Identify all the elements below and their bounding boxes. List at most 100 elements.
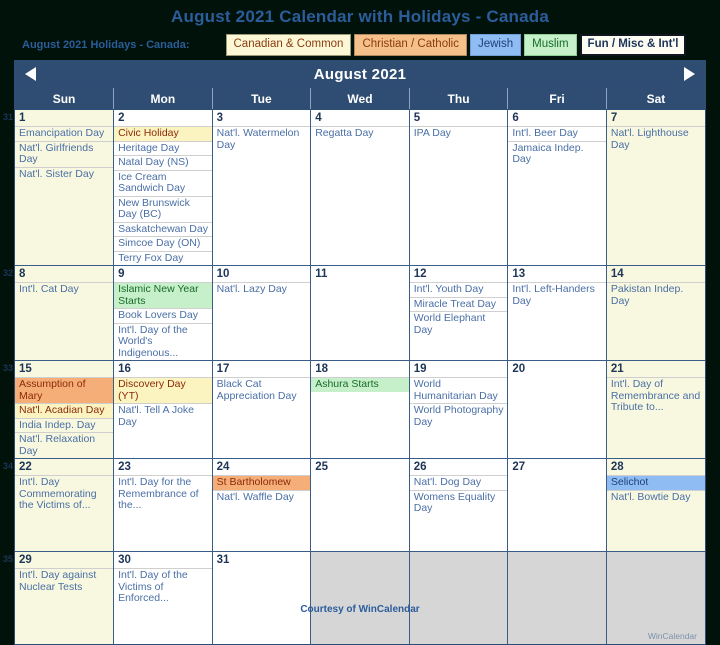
- calendar-day-cell[interactable]: 22 Int'l. Day Commemorating the Victims o…: [15, 458, 114, 552]
- holiday-event[interactable]: Jamaica Indep. Day: [508, 140, 606, 167]
- calendar-day-cell[interactable]: 30 Int'l. Day of the Victims of Enforced.…: [113, 551, 213, 644]
- holiday-event[interactable]: Int'l. Cat Day: [15, 282, 114, 297]
- calendar-day-cell[interactable]: 26 Nat'l. Dog Day Womens Equality Day: [408, 458, 508, 552]
- calendar-week-row: 22 Int'l. Day Commemorating the Victims o…: [15, 458, 705, 552]
- previous-month-icon[interactable]: [25, 67, 36, 81]
- holiday-event[interactable]: Nat'l. Waffle Day: [213, 489, 311, 505]
- calendar-day-cell[interactable]: 8 Int'l. Cat Day: [15, 265, 114, 361]
- next-month-icon[interactable]: [684, 67, 695, 81]
- calendar-day-cell[interactable]: 31: [211, 551, 311, 644]
- holiday-event[interactable]: Int'l. Day of the World's Indigenous...: [114, 322, 212, 361]
- calendar-cell-empty: [310, 551, 410, 644]
- calendar-day-cell[interactable]: 24 St Bartholomew Nat'l. Waffle Day: [211, 458, 311, 552]
- calendar-day-cell[interactable]: 14 Pakistan Indep. Day: [605, 265, 705, 361]
- calendar-day-cell[interactable]: 27: [507, 458, 607, 552]
- holiday-event[interactable]: Nat'l. Acadian Day: [15, 403, 114, 418]
- holiday-event[interactable]: Pakistan Indep. Day: [607, 282, 705, 308]
- holiday-event[interactable]: Nat'l. Dog Day: [410, 475, 508, 490]
- calendar-day-cell[interactable]: 16 Discovery Day (YT) Nat'l. Tell A Joke D…: [113, 360, 213, 459]
- holiday-event[interactable]: Islamic New Year Starts: [114, 282, 212, 308]
- calendar-day-cell[interactable]: 11: [310, 265, 410, 361]
- calendar-day-cell[interactable]: 17 Black Cat Appreciation Day: [211, 360, 311, 459]
- weekday-header-tue: Tue: [211, 88, 311, 110]
- holiday-event[interactable]: Book Lovers Day: [114, 308, 212, 323]
- calendar-day-cell[interactable]: 19 World Humanitarian Day World Photograph…: [408, 360, 508, 459]
- legend-tab-christian[interactable]: Christian / Catholic: [354, 34, 467, 56]
- calendar-day-cell[interactable]: 4 Regatta Day: [310, 109, 410, 266]
- day-number: 18: [315, 363, 328, 375]
- holiday-event[interactable]: Miracle Treat Day: [410, 296, 508, 312]
- week-number: 32: [2, 267, 13, 278]
- holiday-event[interactable]: Nat'l. Sister Day: [15, 166, 114, 182]
- event-list: Selichot Nat'l. Bowtie Day: [607, 475, 705, 504]
- holiday-event[interactable]: Ice Cream Sandwich Day: [114, 169, 212, 196]
- calendar-day-cell[interactable]: 29 Int'l. Day against Nuclear Tests: [15, 551, 114, 644]
- event-list: Int'l. Day of the Victims of Enforced...: [114, 568, 212, 606]
- holiday-event[interactable]: Int'l. Beer Day: [508, 126, 606, 141]
- calendar-day-cell[interactable]: 12 Int'l. Youth Day Miracle Treat Day World…: [408, 265, 508, 361]
- calendar-day-cell[interactable]: 21 Int'l. Day of Remembrance and Tribute …: [605, 360, 705, 459]
- calendar-day-cell[interactable]: 9 Islamic New Year Starts Book Lovers Day I…: [113, 265, 213, 361]
- holiday-event[interactable]: Emancipation Day: [15, 126, 114, 141]
- calendar-day-cell[interactable]: 13 Int'l. Left-Handers Day: [507, 265, 607, 361]
- calendar-day-cell[interactable]: 10 Nat'l. Lazy Day: [211, 265, 311, 361]
- holiday-event[interactable]: Black Cat Appreciation Day: [213, 377, 311, 403]
- holiday-event[interactable]: Ashura Starts: [311, 377, 409, 392]
- holiday-event[interactable]: Nat'l. Watermelon Day: [213, 126, 311, 152]
- calendar-day-cell[interactable]: 1 Emancipation Day Nat'l. Girlfriends Day N…: [15, 109, 114, 266]
- holiday-event[interactable]: New Brunswick Day (BC): [114, 195, 212, 222]
- holiday-event[interactable]: Discovery Day (YT): [114, 377, 212, 403]
- day-number: 27: [512, 461, 526, 473]
- calendar-day-cell[interactable]: 25: [310, 458, 410, 552]
- day-number: 13: [512, 268, 526, 280]
- holiday-event[interactable]: Civic Holiday: [114, 126, 212, 141]
- calendar-day-cell[interactable]: 5 IPA Day: [408, 109, 508, 266]
- event-list: Int'l. Day of Remembrance and Tribute to…: [607, 377, 705, 415]
- holiday-event[interactable]: Natal Day (NS): [114, 155, 212, 170]
- holiday-event[interactable]: Int'l. Day Commemorating the Victims of.…: [15, 475, 114, 513]
- day-number: 1: [19, 112, 26, 124]
- holiday-event[interactable]: St Bartholomew: [213, 475, 311, 490]
- calendar-day-cell[interactable]: 6 Int'l. Beer Day Jamaica Indep. Day: [507, 109, 607, 266]
- holiday-event[interactable]: IPA Day: [410, 126, 508, 141]
- calendar-day-cell[interactable]: 20: [507, 360, 607, 459]
- legend-tab-canadian[interactable]: Canadian & Common: [225, 34, 352, 56]
- holiday-event[interactable]: Int'l. Left-Handers Day: [508, 282, 606, 308]
- calendar-day-cell[interactable]: 15 Assumption of Mary Nat'l. Acadian Day In…: [15, 360, 114, 459]
- holiday-event[interactable]: Int'l. Day against Nuclear Tests: [15, 568, 114, 594]
- holiday-event[interactable]: Int'l. Day of the Victims of Enforced...: [114, 568, 212, 606]
- holiday-event[interactable]: Int'l. Youth Day: [410, 282, 508, 297]
- holiday-event[interactable]: Nat'l. Girlfriends Day: [15, 140, 114, 167]
- calendar-day-cell[interactable]: 18 Ashura Starts: [310, 360, 410, 459]
- holiday-event[interactable]: Terry Fox Day: [114, 250, 212, 266]
- calendar-day-cell[interactable]: 23 Int'l. Day for the Remembrance of the.…: [113, 458, 213, 552]
- holiday-event[interactable]: Int'l. Day of Remembrance and Tribute to…: [607, 377, 705, 415]
- calendar-day-cell[interactable]: 28 Selichot Nat'l. Bowtie Day: [605, 458, 705, 552]
- holiday-event[interactable]: World Elephant Day: [410, 311, 508, 337]
- calendar-day-cell[interactable]: 7 Nat'l. Lighthouse Day: [605, 109, 705, 266]
- holiday-event[interactable]: Int'l. Day for the Remembrance of the...: [114, 475, 212, 513]
- holiday-event[interactable]: Assumption of Mary: [15, 377, 114, 403]
- calendar-day-cell[interactable]: 2 Civic Holiday Heritage Day Natal Day (NS)…: [113, 109, 213, 266]
- holiday-event[interactable]: Selichot: [607, 475, 705, 490]
- holiday-event[interactable]: Simcoe Day (ON): [114, 236, 212, 251]
- holiday-event[interactable]: World Humanitarian Day: [410, 377, 508, 403]
- holiday-event[interactable]: Womens Equality Day: [410, 489, 508, 516]
- legend-tab-jewish[interactable]: Jewish: [469, 34, 522, 56]
- holiday-event[interactable]: India Indep. Day: [15, 417, 114, 433]
- legend-tab-fun[interactable]: Fun / Misc & Int'l: [579, 34, 687, 56]
- day-number: 15: [19, 363, 32, 375]
- event-list: Regatta Day: [311, 126, 409, 141]
- holiday-event[interactable]: Heritage Day: [114, 140, 212, 156]
- holiday-event[interactable]: Nat'l. Lighthouse Day: [607, 126, 705, 152]
- holiday-event[interactable]: World Photography Day: [410, 403, 508, 429]
- holiday-event[interactable]: Saskatchewan Day: [114, 221, 212, 237]
- holiday-event[interactable]: Nat'l. Lazy Day: [213, 282, 311, 297]
- day-number: 6: [512, 112, 519, 124]
- legend-tab-muslim[interactable]: Muslim: [524, 34, 577, 56]
- holiday-event[interactable]: Nat'l. Tell A Joke Day: [114, 403, 212, 429]
- holiday-event[interactable]: Nat'l. Relaxation Day: [15, 432, 114, 458]
- holiday-event[interactable]: Regatta Day: [311, 126, 409, 141]
- holiday-event[interactable]: Nat'l. Bowtie Day: [607, 489, 705, 505]
- calendar-day-cell[interactable]: 3 Nat'l. Watermelon Day: [211, 109, 311, 266]
